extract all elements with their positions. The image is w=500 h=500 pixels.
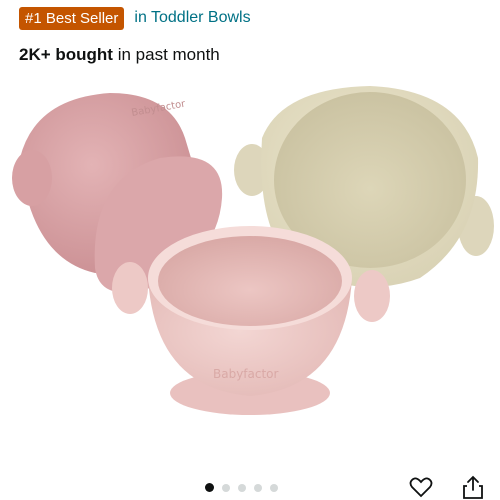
heart-icon[interactable]	[408, 474, 434, 500]
badge-row: #1 Best Seller in Toddler Bowls	[19, 6, 251, 30]
share-icon[interactable]	[460, 474, 486, 500]
best-seller-badge[interactable]: #1 Best Seller	[19, 6, 125, 30]
product-image[interactable]: Babyfactor Babyfactor	[0, 78, 500, 468]
carousel-dot[interactable]	[222, 483, 230, 492]
carousel-dot[interactable]	[205, 483, 214, 492]
carousel-dot[interactable]	[254, 483, 262, 492]
carousel-dot[interactable]	[270, 483, 278, 492]
svg-text:Babyfactor: Babyfactor	[213, 367, 279, 381]
purchase-stat: 2K+ bought in past month	[19, 45, 220, 65]
bought-suffix: in past month	[117, 45, 220, 64]
bought-count: 2K+ bought	[19, 45, 113, 64]
category-link[interactable]: in Toddler Bowls	[134, 9, 250, 27]
carousel-dot[interactable]	[238, 483, 246, 492]
carousel-dots[interactable]	[205, 483, 278, 492]
